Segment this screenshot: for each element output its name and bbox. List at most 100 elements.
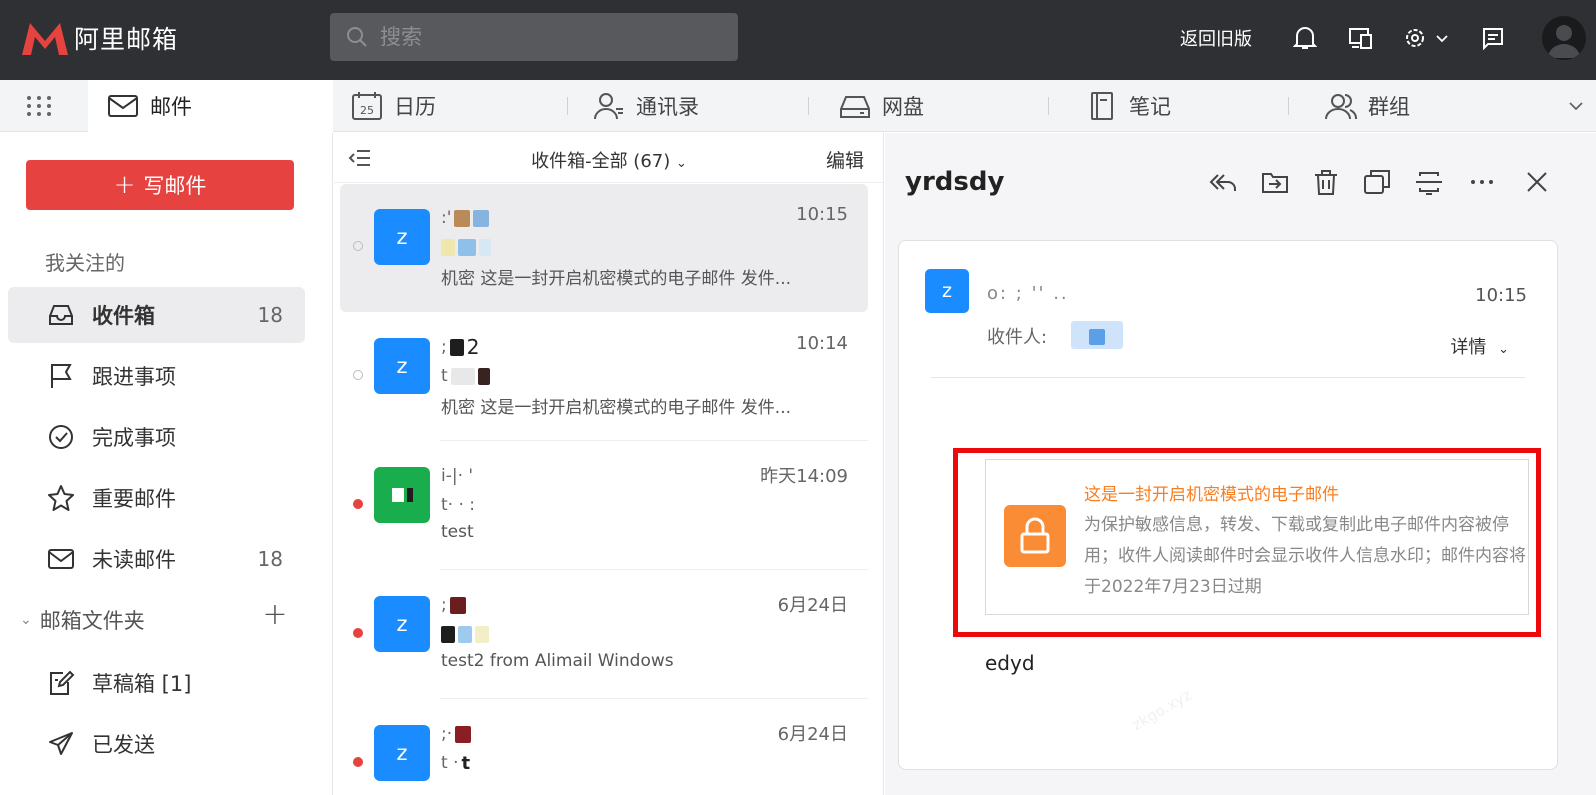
tab-calendar[interactable]: 25 日历 xyxy=(350,80,436,132)
sidebar: + 写邮件 我关注的 收件箱 18 跟进事项 完成事项 重要邮件 未读邮件 18… xyxy=(0,133,333,795)
return-old-version-link[interactable]: 返回旧版 xyxy=(1180,20,1252,56)
confidential-description: 为保护敏感信息，转发、下载或复制此电子邮件内容被停用；收件人阅读邮件时会显示收件… xyxy=(1084,515,1526,597)
sidebar-item-follow-up[interactable]: 跟进事项 xyxy=(8,348,305,404)
recipient-chip[interactable] xyxy=(1071,321,1123,349)
check-circle-icon xyxy=(49,425,73,449)
plus-icon: + xyxy=(113,170,136,200)
sidebar-item-inbox[interactable]: 收件箱 18 xyxy=(8,287,305,343)
edit-button[interactable]: 编辑 xyxy=(826,146,864,173)
tab-drive[interactable]: 网盘 xyxy=(838,80,924,132)
redacted-text: t· · : xyxy=(441,495,476,515)
tab-drive-label: 网盘 xyxy=(882,95,924,119)
send-icon xyxy=(49,732,73,755)
sender-name: ; xyxy=(441,593,466,617)
section-mail-folders[interactable]: ⌄ 邮箱文件夹 xyxy=(20,605,145,635)
mail-preview: 机密 这是一封开启机密模式的电子邮件 发件... xyxy=(441,398,792,418)
sender-address[interactable]: o: ; '' .. xyxy=(987,283,1069,304)
row-divider xyxy=(440,698,868,699)
tab-contacts[interactable]: 通讯录 xyxy=(592,80,699,132)
tab-divider xyxy=(567,97,568,115)
tab-contacts-label: 通讯录 xyxy=(636,95,699,119)
list-item[interactable]: z ;· t · t 6月24日 xyxy=(340,700,868,795)
list-item[interactable]: z ; 2 t 机密 这是一封开启机密模式的电子邮件 发件... 10:14 xyxy=(340,313,868,441)
search-box[interactable] xyxy=(330,13,738,61)
move-to-folder-icon[interactable] xyxy=(1260,167,1290,197)
read-status-dot[interactable] xyxy=(353,241,363,251)
redacted-block xyxy=(477,367,490,385)
devices-icon xyxy=(1349,28,1372,49)
read-status-dot[interactable] xyxy=(353,370,363,380)
mail-preview: test xyxy=(441,522,474,542)
sender-name: ; 2 xyxy=(441,335,479,359)
feedback-button[interactable] xyxy=(1478,20,1508,56)
sidebar-item-label: 已发送 xyxy=(92,733,155,757)
app-logo[interactable]: 阿里邮箱 xyxy=(20,18,178,58)
more-icon[interactable] xyxy=(1467,167,1497,197)
chevron-down-icon[interactable] xyxy=(1566,94,1586,118)
user-icon xyxy=(1548,25,1580,58)
sidebar-item-label: 未读邮件 xyxy=(92,548,176,572)
tab-mail[interactable]: 邮件 xyxy=(88,80,333,132)
reply-all-icon[interactable] xyxy=(1208,167,1238,197)
app-grid-icon[interactable] xyxy=(24,94,54,118)
chevron-down-icon: ⌄ xyxy=(676,156,687,171)
devices-button[interactable] xyxy=(1346,20,1376,56)
trash-icon[interactable] xyxy=(1311,167,1341,197)
redacted-block xyxy=(449,338,464,356)
unread-dot[interactable] xyxy=(353,499,363,509)
redacted-text: t · xyxy=(441,753,459,773)
confidential-mode-notice: 这是一封开启机密模式的电子邮件 为保护敏感信息，转发、下载或复制此电子邮件内容被… xyxy=(985,459,1529,615)
sidebar-item-important[interactable]: 重要邮件 xyxy=(8,470,305,526)
redacted-block xyxy=(479,238,491,256)
details-toggle[interactable]: 详情 ⌄ xyxy=(1450,333,1509,359)
tab-groups-label: 群组 xyxy=(1368,95,1410,119)
list-item[interactable]: i-|· ' t· · : test 昨天14:09 xyxy=(340,442,868,570)
settings-button[interactable] xyxy=(1402,20,1450,56)
unread-dot[interactable] xyxy=(353,757,363,767)
close-icon[interactable] xyxy=(1522,167,1552,197)
user-avatar[interactable] xyxy=(1542,16,1586,60)
sidebar-item-drafts[interactable]: 草稿箱 [1] xyxy=(8,655,305,711)
recipient-label: 收件人: xyxy=(987,327,1048,348)
search-input[interactable] xyxy=(380,25,720,49)
mail-time: 10:15 xyxy=(796,204,848,225)
redacted-block xyxy=(473,209,490,227)
draft-icon xyxy=(50,670,75,695)
sidebar-item-label: 跟进事项 xyxy=(92,365,176,389)
mail-subject-suffix: t xyxy=(461,752,471,774)
copy-icon[interactable] xyxy=(1362,167,1392,197)
sender-name: :' xyxy=(441,206,490,230)
chevron-down-icon: ⌄ xyxy=(20,612,32,628)
section-mail-folders-label: 邮箱文件夹 xyxy=(39,609,145,633)
list-item[interactable]: z ; test2 from Alimail Windows 6月24日 xyxy=(340,571,868,699)
redacted-block xyxy=(450,367,475,385)
sidebar-item-unread[interactable]: 未读邮件 18 xyxy=(8,531,305,587)
sender-avatar: z xyxy=(374,725,430,781)
sender-name-suffix: 2 xyxy=(466,335,480,359)
fold-icon[interactable] xyxy=(1414,167,1444,197)
redacted-text: ; xyxy=(441,337,447,357)
add-folder-button[interactable]: + xyxy=(260,597,290,632)
unread-dot[interactable] xyxy=(353,628,363,638)
sidebar-item-sent[interactable]: 已发送 xyxy=(8,716,305,772)
tab-divider xyxy=(1048,97,1049,115)
list-item[interactable]: z :' 机密 这是一封开启机密模式的电子邮件 发件... 10:15 xyxy=(340,184,868,312)
confidential-title: 这是一封开启机密模式的电子邮件 xyxy=(1084,485,1339,505)
folder-filter-label: 收件箱-全部 (67) xyxy=(531,151,671,172)
tab-divider xyxy=(808,97,809,115)
chevron-down-icon: ⌄ xyxy=(1498,342,1509,357)
alimail-logo-icon xyxy=(22,23,68,55)
sidebar-item-done[interactable]: 完成事项 xyxy=(8,409,305,465)
folder-filter-select[interactable]: 收件箱-全部 (67) ⌄ xyxy=(334,147,883,173)
unread-count: 18 xyxy=(257,547,283,571)
tab-notes[interactable]: 笔记 xyxy=(1085,80,1171,132)
notifications-button[interactable] xyxy=(1290,20,1320,56)
unread-count: 18 xyxy=(257,303,283,327)
gear-icon xyxy=(1406,29,1424,47)
tab-groups[interactable]: 群组 xyxy=(1324,80,1410,132)
redacted-block xyxy=(458,625,472,643)
compose-label: 写邮件 xyxy=(143,174,207,198)
tab-mail-label: 邮件 xyxy=(150,95,192,119)
compose-button[interactable]: + 写邮件 xyxy=(26,160,294,210)
mail-body: edyd xyxy=(985,651,1035,675)
